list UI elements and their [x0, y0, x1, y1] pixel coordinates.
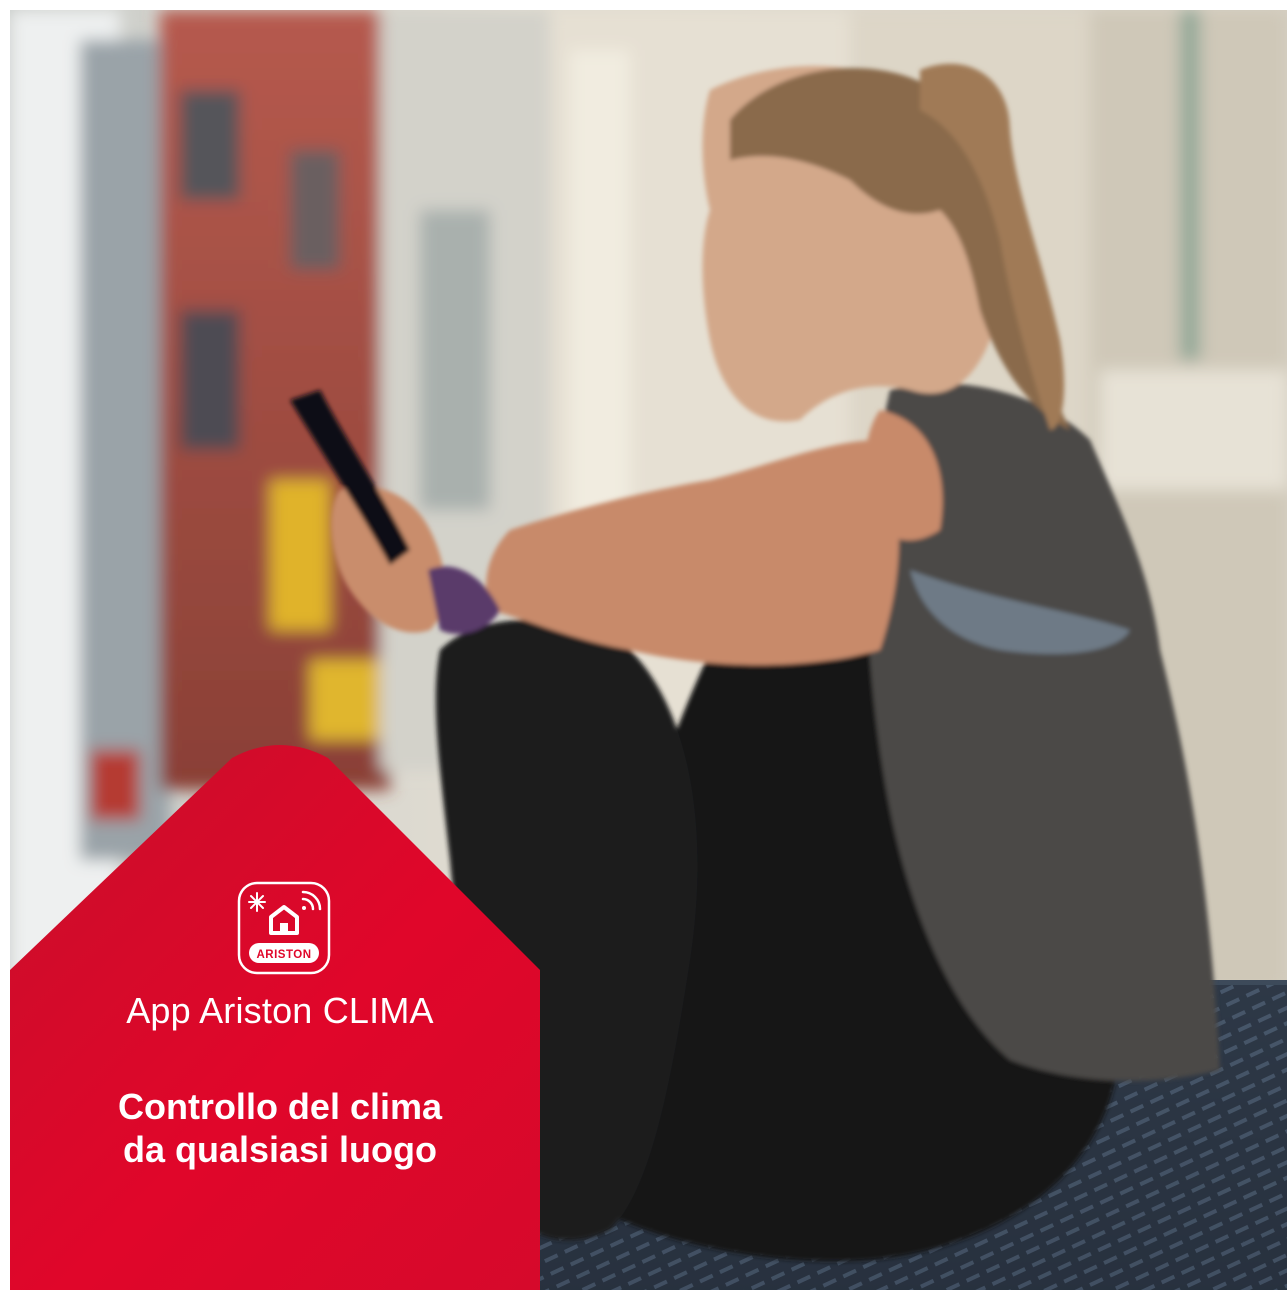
app-name: App Ariston CLIMA — [126, 990, 434, 1031]
ariston-app-icon: ARISTON — [237, 881, 331, 975]
logo-brand-text: ARISTON — [256, 949, 311, 961]
headline-line-1: Controllo del clima — [117, 1086, 443, 1127]
house-icon — [269, 905, 299, 935]
snowflake-icon — [248, 892, 266, 912]
promo-banner: ARISTON App Ariston CLIMA Controllo del … — [10, 10, 1287, 1290]
headline-line-2: da qualsiasi luogo — [122, 1129, 438, 1170]
headline: Controllo del clima da qualsiasi luogo — [10, 1085, 550, 1171]
wifi-icon — [301, 890, 322, 911]
